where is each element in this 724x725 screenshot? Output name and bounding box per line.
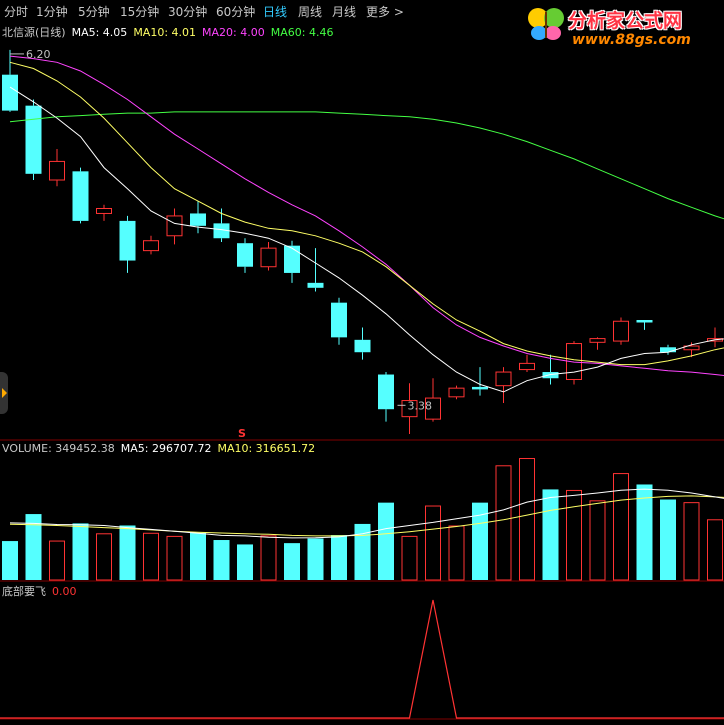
side-panel-toggle[interactable]: [0, 372, 8, 414]
candle-body: [237, 243, 253, 267]
volume-bar: [96, 533, 112, 581]
volume-bar: [566, 489, 582, 581]
volume-bar: [331, 535, 347, 580]
price-legend: 北信源(日线) MA5: 4.05 MA10: 4.01 MA20: 4.00 MA60…: [2, 24, 339, 40]
candle-body: [166, 215, 183, 237]
volume-bar: [213, 540, 230, 580]
indicator-line: [0, 599, 724, 719]
legend-volume: VOLUME: 349452.38: [2, 442, 115, 455]
volume-bar: [237, 544, 253, 580]
candle-body: [472, 386, 488, 390]
candle-body: [260, 247, 277, 268]
volume-bar: [49, 540, 65, 581]
candle-body: [589, 338, 606, 343]
candle-body: [72, 171, 89, 221]
ma60-line: [9, 111, 724, 220]
candle-body: [378, 374, 394, 410]
volume-bar: [72, 523, 89, 580]
candle-body: [284, 245, 300, 273]
volume-bar: [425, 505, 441, 581]
legend-ma20: MA20: 4.00: [202, 26, 265, 39]
candle-body: [307, 282, 324, 288]
candle-body: [96, 208, 112, 214]
candle-body: [190, 213, 206, 226]
volume-bar: [542, 489, 559, 580]
high-price-label: 6.20: [26, 48, 51, 61]
candle-body: [2, 74, 18, 111]
legend-ma5: MA5: 4.05: [71, 26, 128, 39]
indicator-name: 底部要飞: [2, 585, 46, 598]
candle-body: [25, 105, 42, 174]
legend-ma10: MA10: 4.01: [133, 26, 197, 39]
low-price-label: 3.38: [408, 399, 433, 412]
candle-body: [636, 320, 653, 323]
candle-body: [331, 302, 347, 338]
legend-vol-ma5: MA5: 296707.72: [120, 442, 212, 455]
candle-body: [542, 372, 559, 379]
candle-body: [519, 362, 535, 371]
candle-body: [143, 240, 159, 252]
volume-bar: [143, 532, 159, 581]
candle-body: [660, 347, 676, 353]
signal-marker: S: [238, 427, 246, 440]
ma20-line: [9, 55, 724, 376]
stock-chart[interactable]: 6.20 3.38 S: [0, 0, 724, 725]
candle-body: [49, 160, 65, 181]
volume-bar: [660, 499, 676, 580]
candle-body: [613, 320, 629, 342]
volume-bar: [683, 502, 700, 581]
legend-vol-ma10: MA10: 316651.72: [217, 442, 316, 455]
candle-body: [354, 339, 371, 353]
volume-bar: [166, 535, 183, 581]
volume-bar: [519, 458, 535, 581]
volume-bar: [589, 500, 606, 581]
volume-bar: [190, 532, 206, 580]
volume-bar: [260, 535, 277, 581]
volume-bar: [2, 541, 18, 580]
volume-bar: [378, 502, 394, 580]
ma10-line: [9, 61, 724, 366]
volume-legend: VOLUME: 349452.38 MA5: 296707.72 MA10: 316…: [2, 442, 321, 455]
legend-ma60: MA60: 4.46: [270, 26, 334, 39]
volume-bar: [448, 525, 465, 581]
stock-name: 北信源(日线): [2, 26, 66, 39]
volume-bar: [307, 538, 324, 580]
candle-body: [119, 220, 136, 261]
candle-body: [448, 387, 465, 398]
volume-bar: [401, 535, 418, 581]
volume-bar: [284, 543, 300, 580]
volume-bar: [707, 519, 723, 581]
indicator-legend: 底部要飞 0.00: [2, 583, 83, 599]
volume-bar: [119, 525, 136, 580]
indicator-value: 0.00: [52, 585, 77, 598]
candle-body: [495, 371, 512, 387]
volume-bar: [495, 465, 512, 581]
